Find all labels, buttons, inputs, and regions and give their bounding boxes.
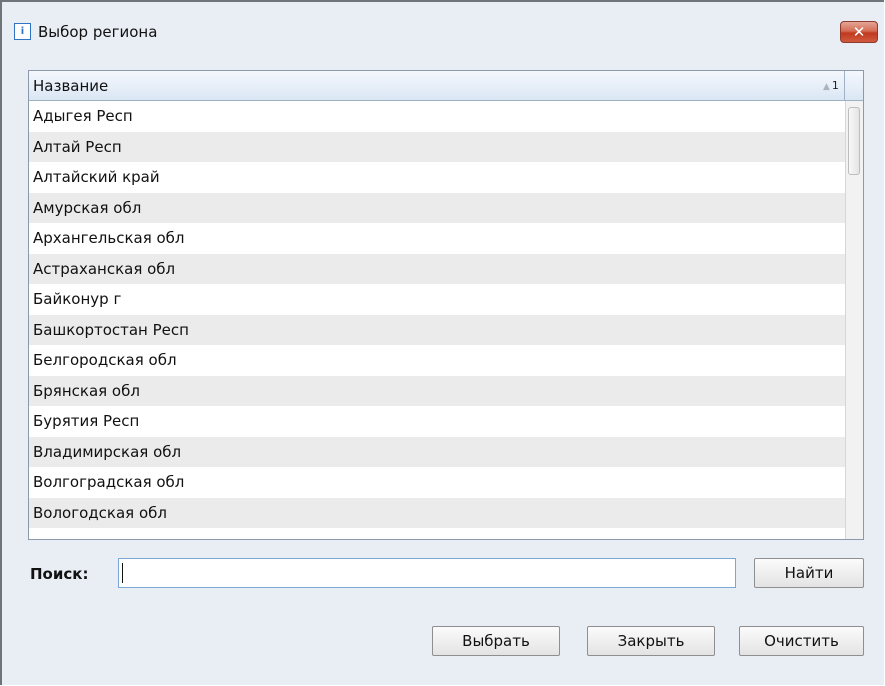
table-row[interactable]: Архангельская обл bbox=[29, 223, 845, 254]
vertical-scrollbar[interactable] bbox=[845, 101, 863, 539]
region-table: Название ▲ 1 Адыгея Респ Алтай Респ Алтай… bbox=[28, 70, 864, 540]
table-row[interactable]: Волгоградская обл bbox=[29, 467, 845, 498]
search-label: Поиск: bbox=[30, 565, 89, 583]
sort-order: 1 bbox=[831, 79, 839, 92]
sort-indicator: ▲ 1 bbox=[823, 79, 839, 94]
table-row[interactable]: Байконур г bbox=[29, 284, 845, 315]
sort-ascending-icon: ▲ bbox=[823, 82, 830, 92]
close-window-button[interactable]: ✕ bbox=[840, 21, 878, 43]
table-row[interactable]: Башкортостан Респ bbox=[29, 314, 845, 345]
search-input[interactable] bbox=[118, 558, 736, 588]
table-header[interactable]: Название ▲ 1 bbox=[29, 71, 863, 101]
table-body: Адыгея Респ Алтай Респ Алтайский край Ам… bbox=[29, 101, 845, 539]
close-button[interactable]: Закрыть bbox=[587, 626, 715, 656]
table-row[interactable]: Астраханская обл bbox=[29, 253, 845, 284]
window-title: Выбор региона bbox=[38, 23, 158, 41]
table-row[interactable]: Амурская обл bbox=[29, 192, 845, 223]
title-bar: i Выбор региона ✕ bbox=[2, 2, 884, 43]
select-button[interactable]: Выбрать bbox=[432, 626, 560, 656]
clear-button[interactable]: Очистить bbox=[739, 626, 864, 656]
table-row[interactable]: Брянская обл bbox=[29, 375, 845, 406]
table-row[interactable]: Вологодская обл bbox=[29, 497, 845, 528]
table-row[interactable]: Белгородская обл bbox=[29, 345, 845, 376]
table-row[interactable]: Алтайский край bbox=[29, 162, 845, 193]
table-row[interactable]: Бурятия Респ bbox=[29, 406, 845, 437]
table-row[interactable]: Адыгея Респ bbox=[29, 101, 845, 132]
app-icon: i bbox=[14, 23, 31, 40]
table-row[interactable]: Владимирская обл bbox=[29, 436, 845, 467]
header-divider bbox=[844, 71, 845, 100]
column-header-name[interactable]: Название bbox=[33, 77, 108, 95]
find-button[interactable]: Найти bbox=[754, 558, 864, 588]
scrollbar-thumb[interactable] bbox=[848, 107, 860, 175]
table-row[interactable]: Алтай Респ bbox=[29, 131, 845, 162]
region-select-dialog: i Выбор региона ✕ Название ▲ 1 Адыгея Рес… bbox=[0, 0, 884, 685]
text-caret bbox=[122, 563, 123, 583]
